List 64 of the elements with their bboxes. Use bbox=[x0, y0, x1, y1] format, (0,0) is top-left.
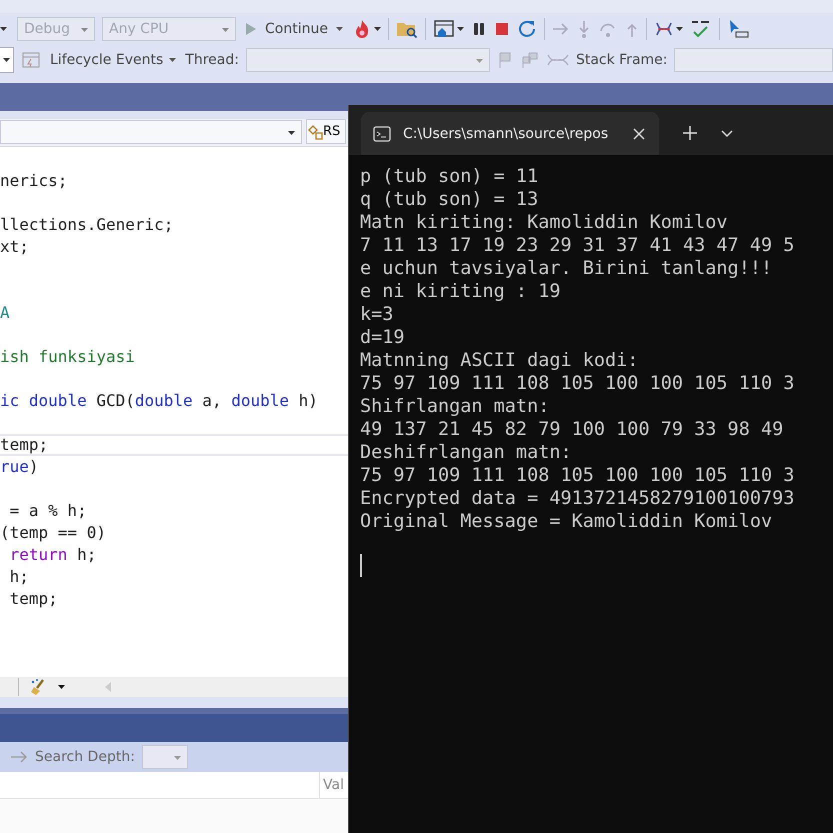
caret-icon bbox=[2, 58, 10, 62]
caret-icon bbox=[288, 131, 295, 135]
console-line: q (tub son) = 13 bbox=[360, 188, 538, 211]
console-line: 75 97 109 111 108 105 100 100 105 110 3 bbox=[360, 464, 794, 487]
shapes-icon bbox=[308, 124, 323, 140]
code-line: rue) bbox=[0, 457, 39, 476]
new-tab-icon[interactable] bbox=[683, 126, 697, 140]
code-line: A bbox=[0, 303, 10, 322]
code-line: temp; bbox=[0, 435, 48, 454]
terminal-tab[interactable]: C:\Users\smann\source\repos bbox=[361, 112, 659, 155]
code-line: ic double GCD(double a, double h) bbox=[0, 391, 318, 410]
caret-icon[interactable] bbox=[0, 26, 10, 30]
code-line: return h; bbox=[8, 545, 96, 564]
stop-icon[interactable] bbox=[494, 20, 510, 36]
navigation-button[interactable]: RS bbox=[306, 119, 346, 144]
console-line: Encrypted data = 4913721458279100100793 bbox=[360, 487, 794, 510]
console-line: Deshifrlangan matn: bbox=[360, 441, 572, 464]
code-line: (temp == 0) bbox=[0, 523, 106, 542]
caret-icon[interactable] bbox=[58, 685, 65, 689]
spell-check-icon[interactable] bbox=[690, 18, 712, 38]
stack-frame-label: Stack Frame: bbox=[576, 52, 668, 68]
caret-icon bbox=[476, 58, 483, 62]
code-line: temp; bbox=[8, 589, 58, 608]
restart-icon[interactable] bbox=[516, 18, 537, 38]
console-line: 75 97 109 111 108 105 100 100 105 110 3 bbox=[360, 372, 794, 395]
lifecycle-events-button[interactable]: Lifecycle Events bbox=[48, 52, 178, 68]
code-line: ish funksiyasi bbox=[0, 347, 135, 366]
chevron-down-icon[interactable] bbox=[721, 130, 733, 138]
caret-icon bbox=[222, 28, 229, 32]
console-line: 7 11 13 17 19 23 29 31 37 41 43 47 49 5 bbox=[360, 234, 794, 257]
console-line: e ni kiriting : 19 bbox=[360, 280, 560, 303]
text-cursor bbox=[360, 554, 362, 577]
caret-icon[interactable] bbox=[456, 26, 464, 30]
column-header[interactable]: Val bbox=[319, 772, 344, 798]
console-line: p (tub son) = 11 bbox=[360, 165, 538, 188]
console-line: e uchun tavsiyalar. Birini tanlang!!! bbox=[360, 257, 772, 280]
console-line: Shifrlangan matn: bbox=[360, 395, 550, 418]
caret-icon[interactable] bbox=[374, 26, 381, 30]
search-depth-label: Search Depth: bbox=[35, 749, 135, 765]
caret-icon bbox=[81, 28, 88, 32]
code-line: llections.Generic; bbox=[0, 215, 174, 234]
terminal-icon bbox=[373, 126, 391, 142]
thread-label: Thread: bbox=[185, 52, 239, 68]
console-line: d=19 bbox=[360, 326, 405, 349]
code-line: h; bbox=[8, 567, 29, 586]
play-icon bbox=[245, 22, 257, 36]
tab-title: C:\Users\smann\source\repos bbox=[403, 126, 610, 142]
console-line: Matnning ASCII dagi kodi: bbox=[360, 349, 638, 372]
lifecycle-icon[interactable] bbox=[21, 50, 41, 68]
continue-button[interactable]: Continue bbox=[243, 20, 345, 36]
code-line: nerics; bbox=[0, 171, 68, 190]
caret-icon[interactable] bbox=[676, 26, 683, 30]
code-line: = a % h; bbox=[8, 501, 87, 520]
code-line: xt; bbox=[0, 237, 29, 256]
dropdown[interactable] bbox=[0, 46, 14, 72]
console-line: 49 137 21 45 82 79 100 100 79 33 98 49 bbox=[360, 418, 784, 441]
caret-icon bbox=[174, 756, 181, 760]
caret-icon bbox=[169, 58, 176, 62]
console-line: k=3 bbox=[360, 303, 394, 326]
window-home-icon[interactable] bbox=[432, 18, 455, 38]
close-icon[interactable] bbox=[633, 128, 645, 140]
console-line: Matn kiriting: Kamoliddin Komilov bbox=[360, 211, 728, 234]
caret-icon bbox=[336, 26, 343, 30]
console-line: Original Message = Kamoliddin Komilov bbox=[360, 510, 772, 533]
